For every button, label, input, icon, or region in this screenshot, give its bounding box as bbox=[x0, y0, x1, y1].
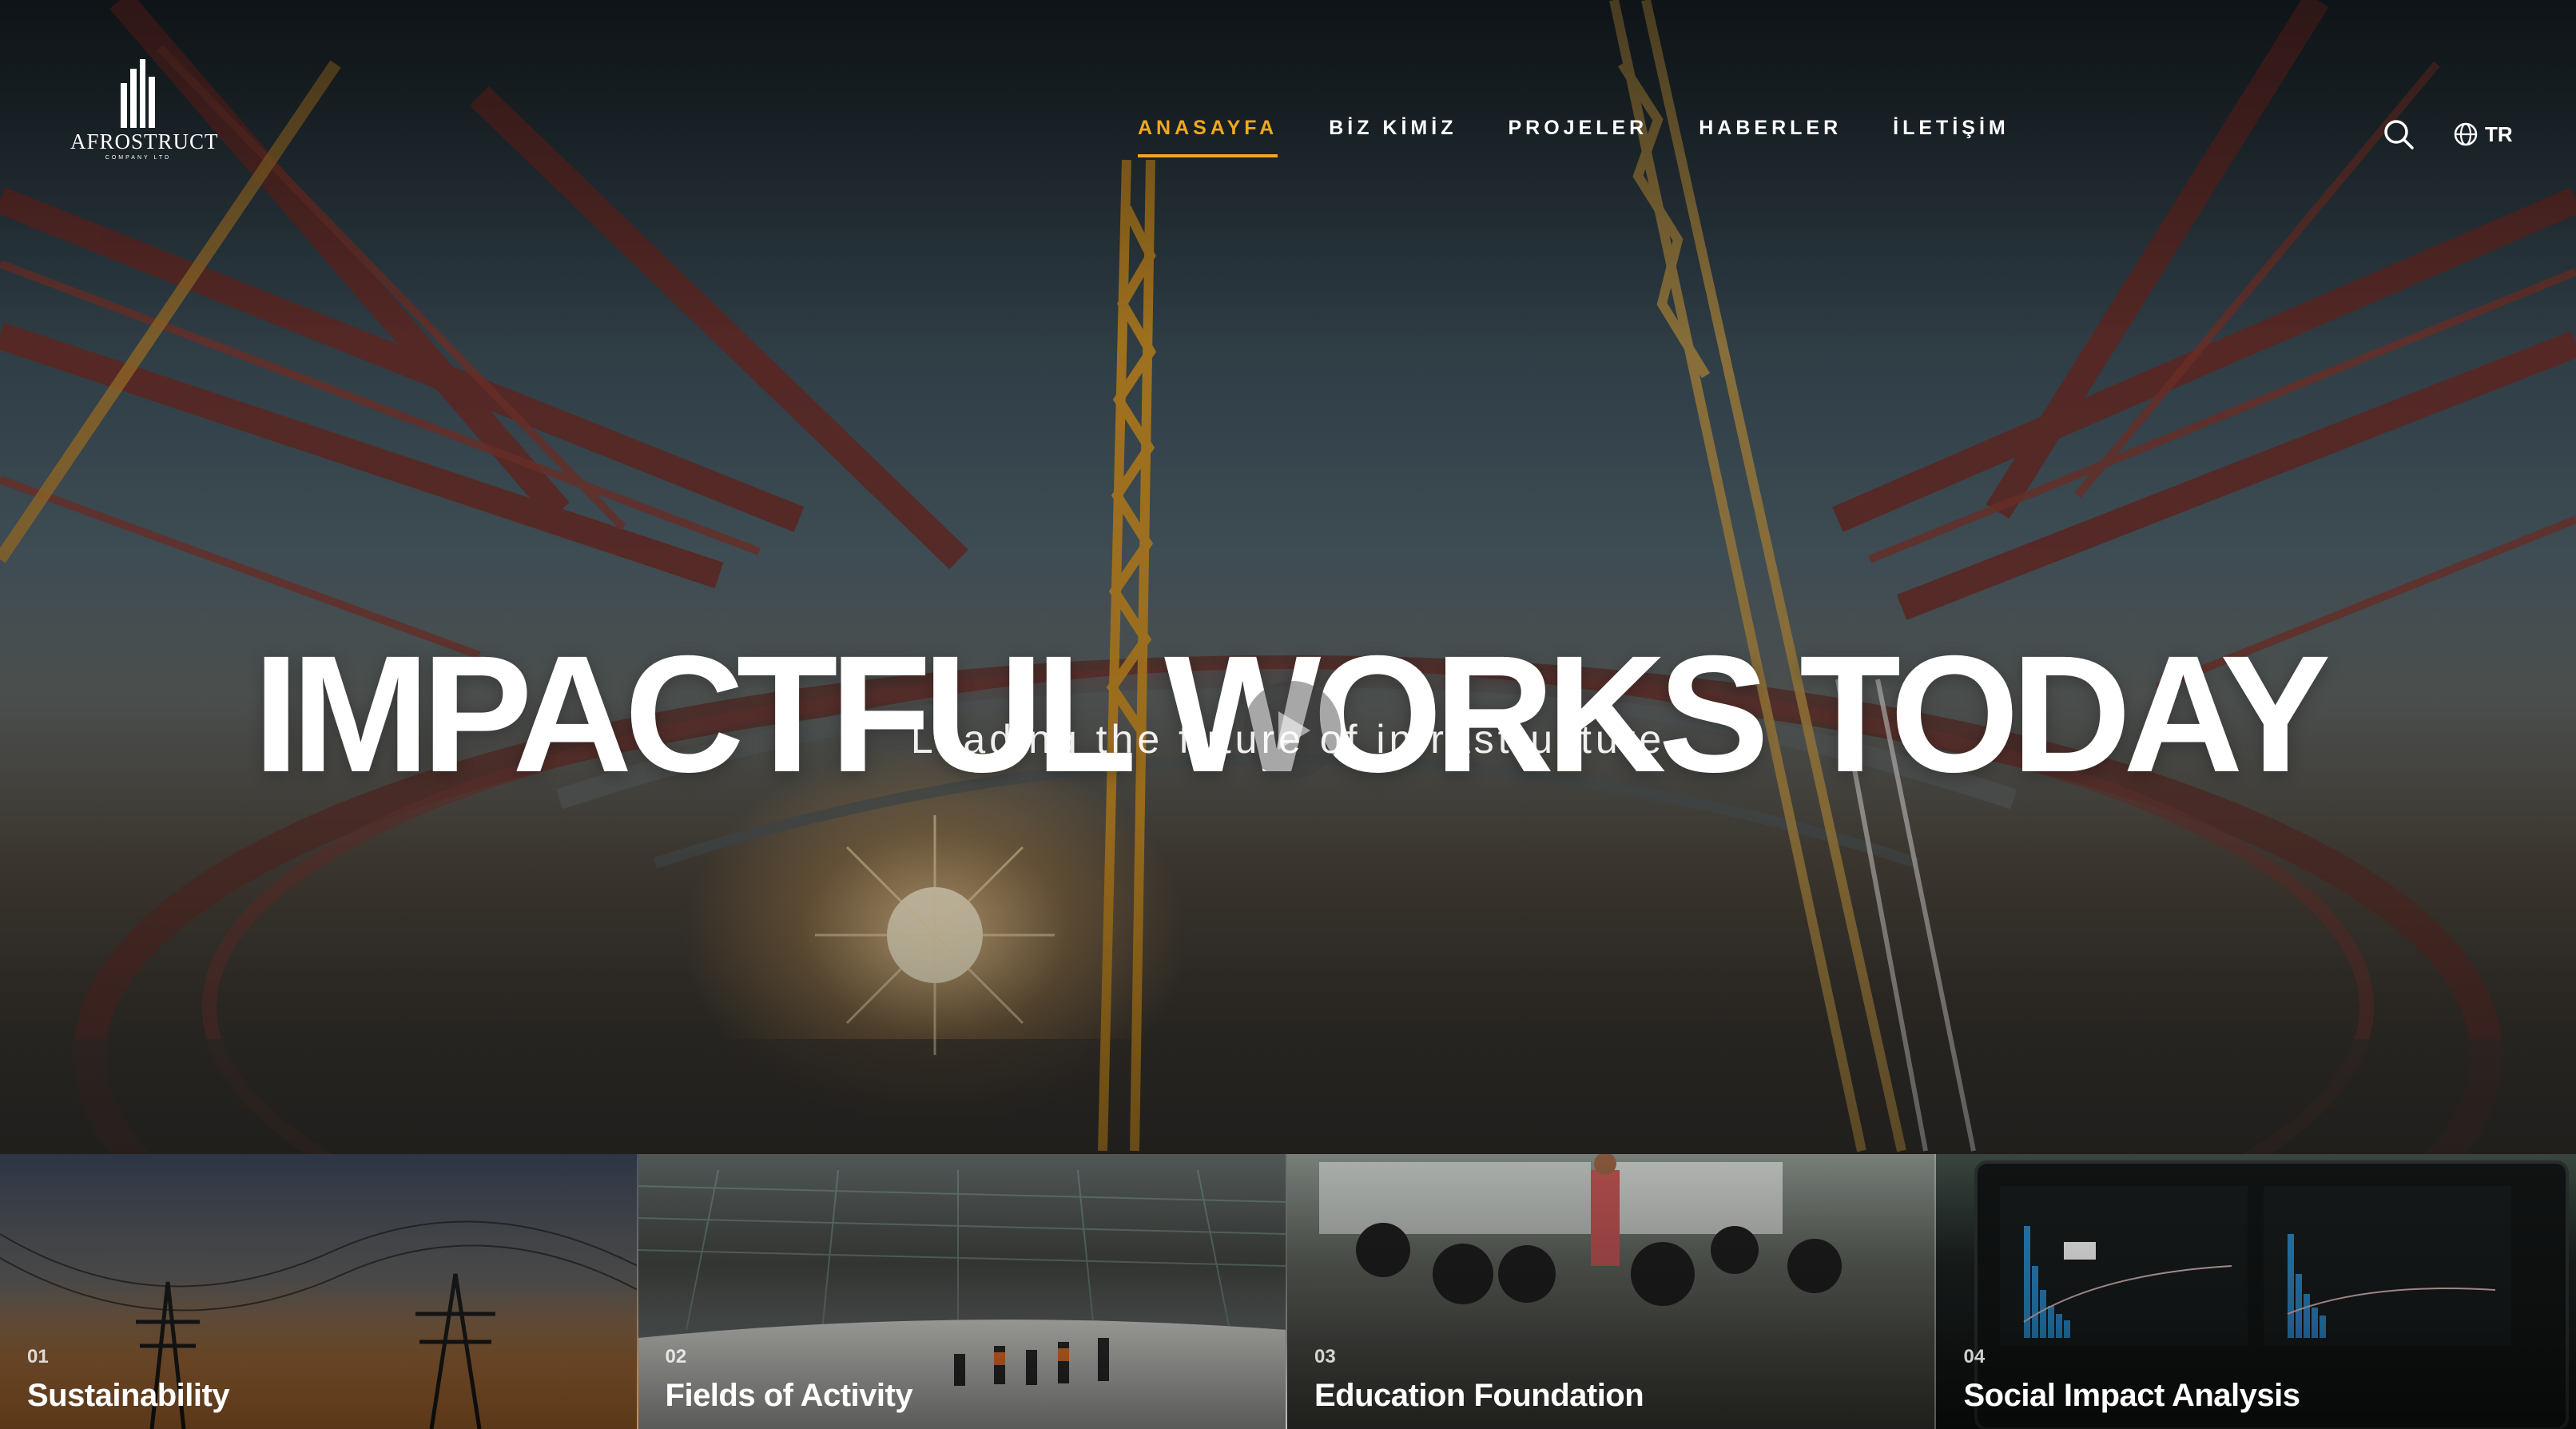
skyscraper-logo-icon bbox=[121, 59, 155, 128]
card-number: 03 bbox=[1314, 1346, 1336, 1367]
card-social-impact-analysis[interactable]: 04 Social Impact Analysis bbox=[1936, 1154, 2576, 1429]
hero-subtitle: Leading the future of infrastructure bbox=[910, 717, 1666, 762]
home-page: AFROSTRUCT COMPANY LTD ANASAYFA BİZ KİMİ… bbox=[0, 0, 2576, 1429]
nav-item-label: İLETİŞİM bbox=[1893, 117, 2010, 139]
nav-item-label: BİZ KİMİZ bbox=[1329, 117, 1457, 139]
nav-item-label: ANASAYFA bbox=[1138, 117, 1278, 139]
main-navigation: ANASAYFA BİZ KİMİZ PROJELER HABERLER İLE… bbox=[1138, 117, 2061, 157]
language-label: TR bbox=[2485, 121, 2513, 146]
globe-icon bbox=[2454, 122, 2478, 146]
active-nav-indicator bbox=[1138, 154, 1278, 157]
brand-tagline: COMPANY LTD bbox=[105, 155, 172, 161]
site-header: AFROSTRUCT COMPANY LTD ANASAYFA BİZ KİMİ… bbox=[0, 0, 2576, 192]
card-title: Fields of Activity bbox=[665, 1378, 913, 1413]
search-icon bbox=[2384, 120, 2414, 149]
card-education-foundation[interactable]: 03 Education Foundation bbox=[1287, 1154, 1937, 1429]
card-number: 02 bbox=[665, 1346, 687, 1367]
card-title: Social Impact Analysis bbox=[1963, 1378, 2300, 1413]
nav-item-anasayfa[interactable]: ANASAYFA bbox=[1138, 117, 1278, 157]
language-selector[interactable]: TR bbox=[2453, 120, 2513, 149]
brand-logo[interactable]: AFROSTRUCT COMPANY LTD bbox=[70, 59, 219, 163]
nav-item-projeler[interactable]: PROJELER bbox=[1508, 117, 1648, 140]
nav-item-iletisim[interactable]: İLETİŞİM bbox=[1893, 117, 2010, 140]
nav-item-biz-kimiz[interactable]: BİZ KİMİZ bbox=[1329, 117, 1457, 140]
nav-item-haberler[interactable]: HABERLER bbox=[1699, 117, 1842, 140]
feature-cards: 01 Sustainability 02 Fields of Activity … bbox=[0, 1154, 2576, 1429]
search-button[interactable] bbox=[2383, 118, 2415, 150]
nav-item-label: PROJELER bbox=[1508, 117, 1648, 139]
brand-name: AFROSTRUCT bbox=[70, 129, 219, 153]
card-fields-of-activity[interactable]: 02 Fields of Activity bbox=[638, 1154, 1287, 1429]
card-title: Sustainability bbox=[27, 1378, 230, 1413]
nav-item-label: HABERLER bbox=[1699, 117, 1843, 139]
card-title: Education Foundation bbox=[1314, 1378, 1644, 1413]
card-sustainability[interactable]: 01 Sustainability bbox=[0, 1154, 638, 1429]
card-number: 01 bbox=[27, 1346, 49, 1367]
card-number: 04 bbox=[1963, 1346, 1986, 1367]
